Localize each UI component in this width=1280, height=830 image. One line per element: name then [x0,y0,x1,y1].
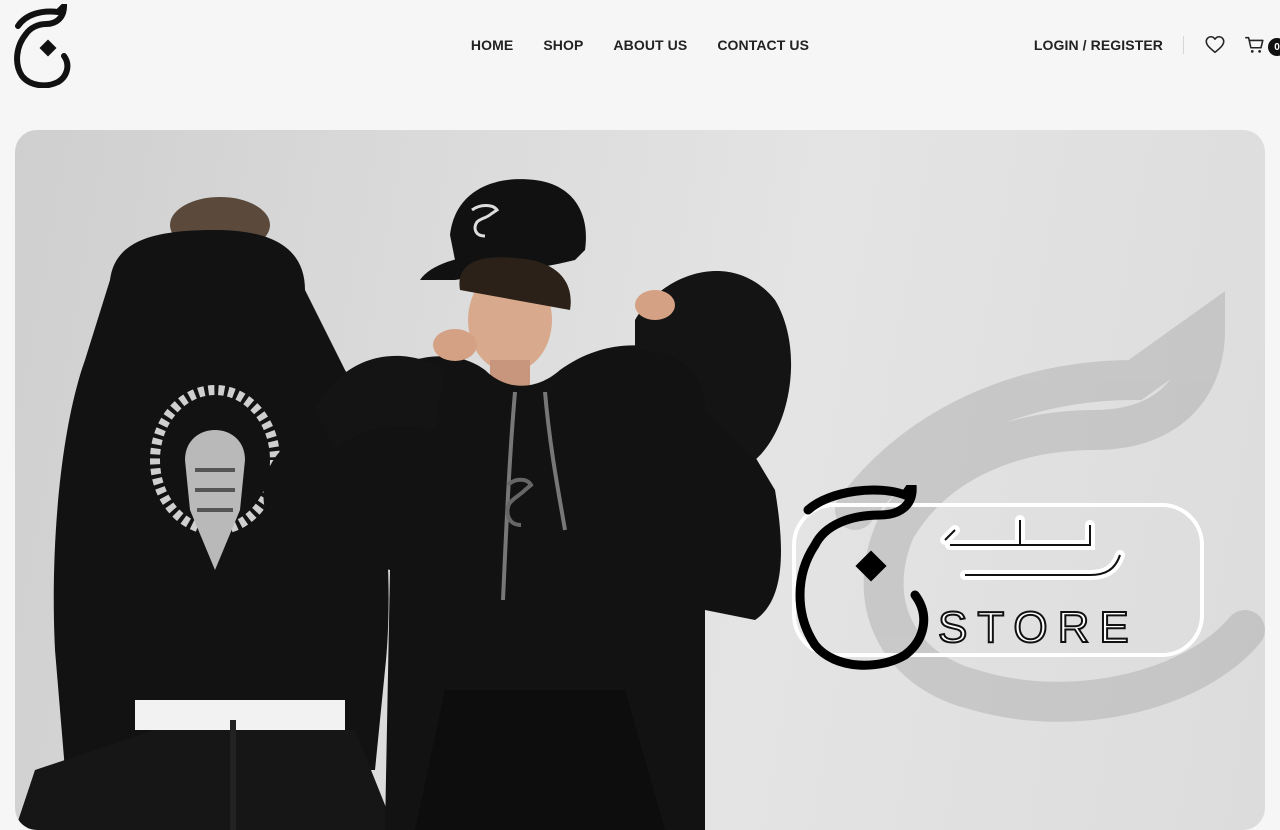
brand-wordmark: STORE [790,472,1210,675]
nav-shop[interactable]: SHOP [543,36,583,54]
heart-icon [1205,35,1225,54]
hero-photo [15,179,1265,830]
wishlist-button[interactable] [1204,34,1226,56]
cart-button[interactable]: 0 [1244,34,1280,56]
cart-icon [1245,36,1264,53]
nav-contact-us[interactable]: CONTACT US [717,36,809,54]
login-register-link[interactable]: LOGIN / REGISTER [1034,36,1163,54]
site-logo[interactable] [12,0,74,89]
header-divider [1183,36,1184,54]
hero-banner: STORE [15,130,1265,830]
nav-about-us[interactable]: ABOUT US [613,36,687,54]
header-tools: LOGIN / REGISTER 0 [1034,30,1280,60]
store-wordmark-text: STORE [937,602,1139,653]
site-header: HOME SHOP ABOUT US CONTACT US LOGIN / RE… [0,0,1280,90]
cart-count-badge: 0 [1268,38,1280,56]
jeem-calligraphy-logo-icon [14,0,71,89]
nav-home[interactable]: HOME [471,36,513,54]
